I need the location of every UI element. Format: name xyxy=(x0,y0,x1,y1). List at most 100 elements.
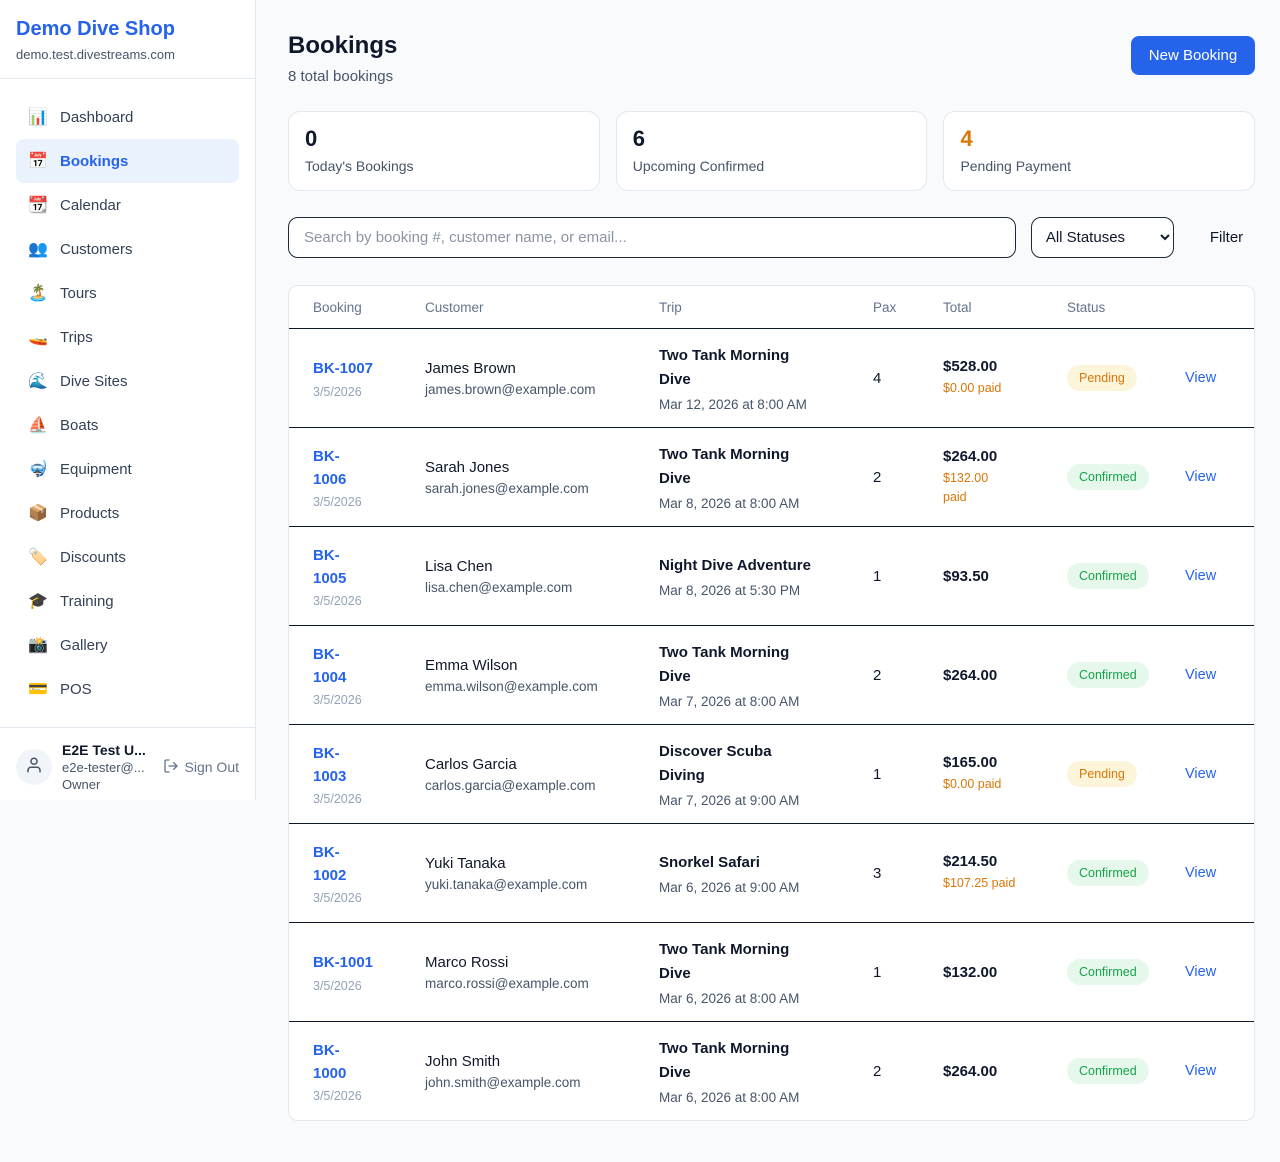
sidebar-item-label: Training xyxy=(60,593,114,610)
status-cell: Confirmed xyxy=(1067,464,1185,490)
trip-date: Mar 8, 2026 at 8:00 AM xyxy=(659,496,859,511)
customer-name: Emma Wilson xyxy=(425,657,645,674)
pax-cell: 4 xyxy=(873,370,943,387)
view-link[interactable]: View xyxy=(1185,865,1216,881)
sidebar-item-pos[interactable]: 💳 POS xyxy=(16,667,239,711)
app-root: Demo Dive Shop demo.test.divestreams.com… xyxy=(0,0,1280,1151)
booking-id-link[interactable]: BK- 1000 xyxy=(313,1039,346,1086)
sidebar-item-bookings[interactable]: 📅 Bookings xyxy=(16,139,239,183)
sidebar-item-training[interactable]: 🎓 Training xyxy=(16,579,239,623)
sidebar: Demo Dive Shop demo.test.divestreams.com… xyxy=(0,0,256,800)
brand-title: Demo Dive Shop xyxy=(16,18,239,41)
trip-cell: Snorkel Safari Mar 6, 2026 at 9:00 AM xyxy=(659,851,873,895)
tours-icon: 🏝️ xyxy=(28,283,48,303)
table-row: BK- 1002 3/5/2026 Yuki Tanaka yuki.tanak… xyxy=(289,823,1254,922)
trip-name: Snorkel Safari xyxy=(659,851,859,875)
search-input[interactable] xyxy=(288,217,1016,258)
customers-icon: 👥 xyxy=(28,239,48,259)
status-cell: Confirmed xyxy=(1067,662,1185,688)
booking-id-link[interactable]: BK- 1004 xyxy=(313,643,346,690)
sidebar-item-label: Gallery xyxy=(60,637,108,654)
stat-label: Today's Bookings xyxy=(305,158,583,174)
trip-date: Mar 7, 2026 at 8:00 AM xyxy=(659,694,859,709)
sidebar-item-discounts[interactable]: 🏷️ Discounts xyxy=(16,535,239,579)
booking-id-link[interactable]: BK-1001 xyxy=(313,951,373,974)
total-amount: $214.50 xyxy=(943,853,1053,870)
sidebar-item-customers[interactable]: 👥 Customers xyxy=(16,227,239,271)
sidebar-item-tours[interactable]: 🏝️ Tours xyxy=(16,271,239,315)
customer-email: marco.rossi@example.com xyxy=(425,976,645,991)
trip-date: Mar 12, 2026 at 8:00 AM xyxy=(659,397,859,412)
sign-out-button[interactable]: Sign Out xyxy=(163,758,239,777)
view-link[interactable]: View xyxy=(1185,370,1216,386)
sidebar-item-products[interactable]: 📦 Products xyxy=(16,491,239,535)
column-header-trip: Trip xyxy=(659,300,873,315)
booking-cell: BK-1001 3/5/2026 xyxy=(313,951,425,992)
booking-id-link[interactable]: BK- 1002 xyxy=(313,841,346,888)
total-cell: $528.00 $0.00 paid xyxy=(943,358,1067,398)
trip-date: Mar 7, 2026 at 9:00 AM xyxy=(659,793,859,808)
status-filter-select[interactable]: All Statuses xyxy=(1031,217,1174,258)
table-row: BK-1007 3/5/2026 James Brown james.brown… xyxy=(289,328,1254,427)
customer-cell: Lisa Chen lisa.chen@example.com xyxy=(425,558,659,595)
table-row: BK- 1004 3/5/2026 Emma Wilson emma.wilso… xyxy=(289,625,1254,724)
booking-date: 3/5/2026 xyxy=(313,495,411,509)
view-link[interactable]: View xyxy=(1185,667,1216,683)
booking-id-link[interactable]: BK-1007 xyxy=(313,357,373,380)
pax-cell: 2 xyxy=(873,667,943,684)
booking-id-link[interactable]: BK- 1003 xyxy=(313,742,346,789)
customer-name: Marco Rossi xyxy=(425,954,645,971)
page-title-block: Bookings 8 total bookings xyxy=(288,32,397,85)
booking-cell: BK- 1005 3/5/2026 xyxy=(313,544,425,609)
products-icon: 📦 xyxy=(28,503,48,523)
customer-email: john.smith@example.com xyxy=(425,1075,645,1090)
stat-card-upcoming-confirmed: 6 Upcoming Confirmed xyxy=(616,111,928,191)
view-cell: View xyxy=(1185,864,1230,882)
view-cell: View xyxy=(1185,666,1230,684)
column-header-total: Total xyxy=(943,300,1067,315)
bookings-icon: 📅 xyxy=(28,151,48,171)
total-amount: $165.00 xyxy=(943,754,1053,771)
sidebar-item-label: Trips xyxy=(60,329,93,346)
sidebar-item-calendar[interactable]: 📆 Calendar xyxy=(16,183,239,227)
avatar xyxy=(16,749,52,785)
sidebar-item-gallery[interactable]: 📸 Gallery xyxy=(16,623,239,667)
sidebar-item-equipment[interactable]: 🤿 Equipment xyxy=(16,447,239,491)
pax-cell: 2 xyxy=(873,1063,943,1080)
total-cell: $132.00 xyxy=(943,964,1067,981)
sidebar-item-boats[interactable]: ⛵ Boats xyxy=(16,403,239,447)
equipment-icon: 🤿 xyxy=(28,459,48,479)
sidebar-item-dashboard[interactable]: 📊 Dashboard xyxy=(16,95,239,139)
sidebar-item-dive-sites[interactable]: 🌊 Dive Sites xyxy=(16,359,239,403)
stat-value: 4 xyxy=(960,126,1238,152)
view-cell: View xyxy=(1185,468,1230,486)
booking-cell: BK- 1003 3/5/2026 xyxy=(313,742,425,807)
pax-cell: 1 xyxy=(873,568,943,585)
customer-cell: James Brown james.brown@example.com xyxy=(425,360,659,397)
view-link[interactable]: View xyxy=(1185,568,1216,584)
booking-date: 3/5/2026 xyxy=(313,594,411,608)
sidebar-item-trips[interactable]: 🚤 Trips xyxy=(16,315,239,359)
view-link[interactable]: View xyxy=(1185,964,1216,980)
status-badge: Confirmed xyxy=(1067,860,1149,886)
new-booking-button[interactable]: New Booking xyxy=(1131,36,1255,75)
trip-name: Two Tank Morning Dive xyxy=(659,344,859,392)
customer-name: Lisa Chen xyxy=(425,558,645,575)
status-badge: Confirmed xyxy=(1067,662,1149,688)
customer-cell: Yuki Tanaka yuki.tanaka@example.com xyxy=(425,855,659,892)
controls-row: All Statuses Filter xyxy=(288,217,1255,258)
filter-button[interactable]: Filter xyxy=(1198,221,1255,254)
view-link[interactable]: View xyxy=(1185,766,1216,782)
view-link[interactable]: View xyxy=(1185,469,1216,485)
booking-id-link[interactable]: BK- 1006 xyxy=(313,445,346,492)
user-icon xyxy=(25,756,43,779)
table-body: BK-1007 3/5/2026 James Brown james.brown… xyxy=(289,328,1254,1120)
user-email: e2e-tester@... xyxy=(62,760,153,775)
customer-cell: Carlos Garcia carlos.garcia@example.com xyxy=(425,756,659,793)
customer-name: Yuki Tanaka xyxy=(425,855,645,872)
view-link[interactable]: View xyxy=(1185,1063,1216,1079)
total-cell: $264.00 $132.00 paid xyxy=(943,448,1067,507)
booking-id-link[interactable]: BK- 1005 xyxy=(313,544,346,591)
total-cell: $264.00 xyxy=(943,667,1067,684)
trip-name: Discover Scuba Diving xyxy=(659,740,859,788)
